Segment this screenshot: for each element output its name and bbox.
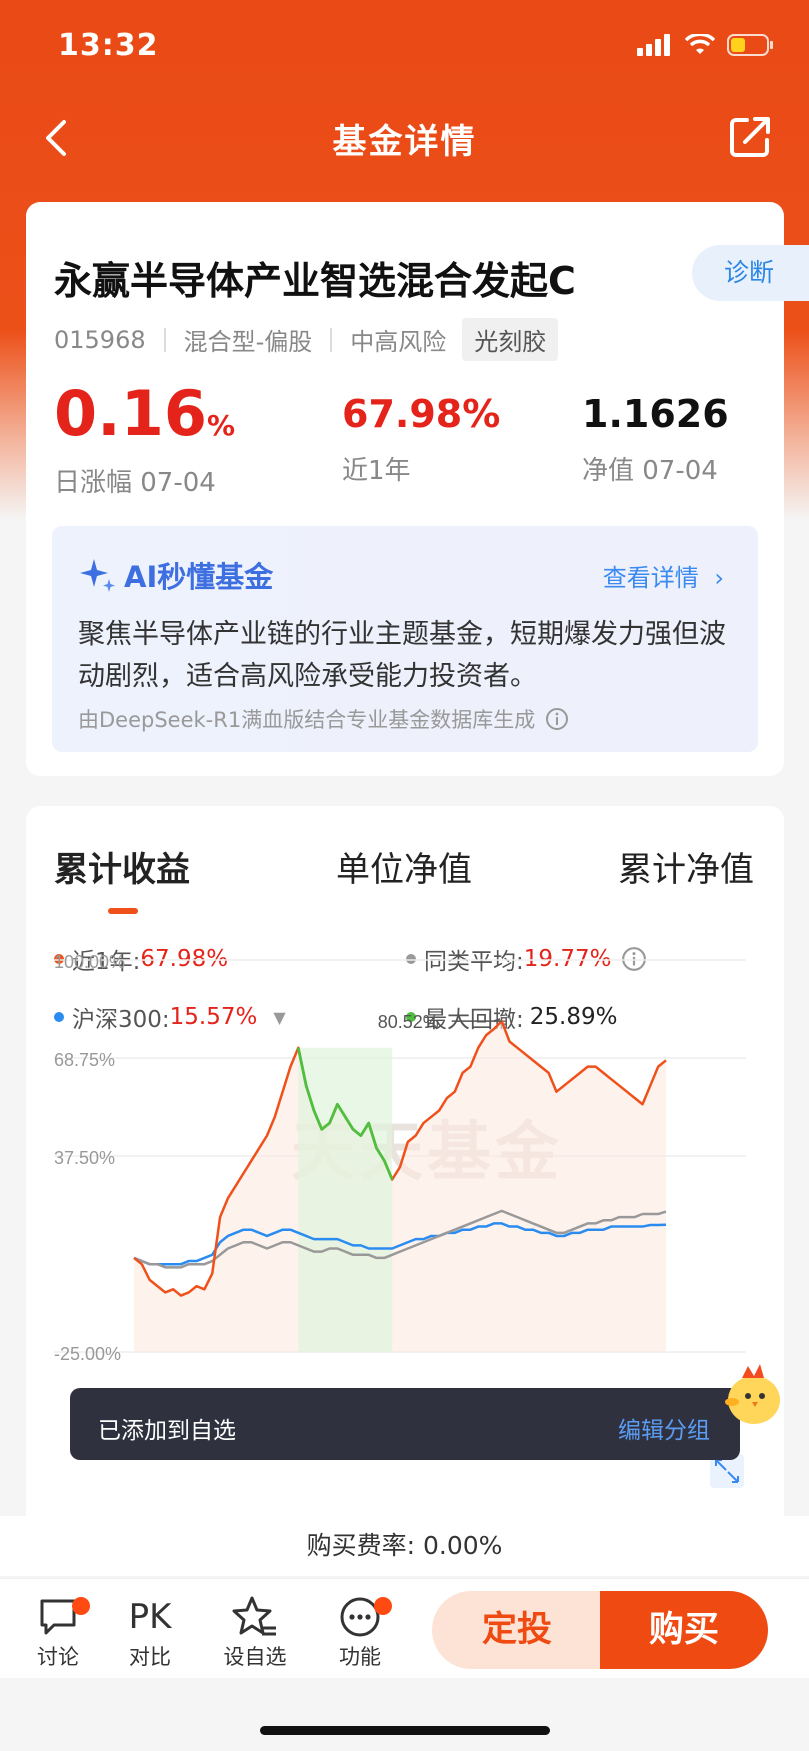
- status-bar: 13:32: [0, 0, 809, 96]
- daily-change-value: 0.16%: [54, 377, 236, 450]
- info-icon[interactable]: [545, 707, 569, 731]
- star-icon: [232, 1596, 276, 1636]
- fund-area-fill: [134, 1021, 666, 1352]
- fund-name: 永赢半导体产业智选混合发起C: [54, 259, 576, 303]
- notification-badge: [374, 1597, 392, 1615]
- divider: [330, 327, 333, 352]
- one-year-value: 67.98%: [342, 392, 501, 436]
- toast-notification: 已添加到自选 编辑分组: [70, 1388, 740, 1460]
- ai-summary-title: AI秒懂基金: [78, 554, 273, 596]
- invest-plan-button[interactable]: 定投: [432, 1591, 602, 1669]
- notification-badge: [72, 1597, 90, 1615]
- share-icon[interactable]: [727, 114, 773, 160]
- one-year-stat: 67.98% 近1年: [342, 382, 500, 487]
- sparkle-icon: [80, 559, 115, 592]
- daily-change-label: 日涨幅 07-04: [54, 468, 216, 498]
- add-favorite-button[interactable]: 设自选: [215, 1593, 295, 1671]
- diagnose-button[interactable]: 诊断: [692, 245, 809, 301]
- purchase-fee: 购买费率: 0.00%: [0, 1516, 809, 1576]
- divider: [163, 327, 166, 352]
- y-tick-label: 68.75%: [54, 1050, 115, 1070]
- nav-bar: 基金详情: [0, 96, 809, 180]
- chevron-right-icon: ›: [714, 564, 724, 592]
- functions-button[interactable]: 功能: [320, 1593, 400, 1671]
- home-indicator: [260, 1726, 550, 1735]
- ai-summary-footnote: 由DeepSeek-R1满血版结合专业基金数据库生成: [78, 704, 569, 734]
- fund-type: 混合型-偏股: [183, 328, 313, 356]
- fund-code: 015968: [54, 325, 146, 354]
- drawdown-highlight: [298, 1047, 393, 1352]
- signal-icon: [637, 34, 670, 56]
- fund-detail-page: 13:32 基金详情 永赢半导体产业智选混合发起C 诊断 015968 混合型-…: [0, 0, 809, 1751]
- y-tick-label: -25.00%: [54, 1344, 121, 1364]
- one-year-label: 近1年: [342, 456, 411, 486]
- fund-risk: 中高风险: [350, 328, 447, 356]
- discuss-button[interactable]: 讨论: [18, 1593, 98, 1671]
- compare-button[interactable]: PK 对比: [110, 1593, 190, 1671]
- toast-message: 已添加到自选: [98, 1418, 236, 1444]
- max-annotation-label: 80.52%: [378, 1012, 439, 1032]
- buy-button[interactable]: 购买: [600, 1591, 768, 1669]
- status-icons: [637, 34, 773, 56]
- fund-theme-tag[interactable]: 光刻胶: [462, 318, 559, 361]
- nav-stat: 1.1626 净值 07-04: [582, 382, 729, 487]
- edit-group-link[interactable]: 编辑分组: [618, 1411, 710, 1445]
- page-title: 基金详情: [332, 122, 477, 162]
- y-tick-label: 37.50%: [54, 1148, 115, 1168]
- nav-label: 净值 07-04: [582, 456, 718, 486]
- pk-icon: PK: [128, 1597, 172, 1637]
- fund-summary-card: 永赢半导体产业智选混合发起C 诊断 015968 混合型-偏股 中高风险 光刻胶…: [26, 202, 809, 776]
- wifi-icon: [685, 34, 715, 54]
- ai-summary-panel[interactable]: AI秒懂基金 查看详情 › 聚焦半导体产业链的行业主题基金，短期爆发力强但波动剧…: [52, 526, 758, 752]
- ai-summary-text: 聚焦半导体产业链的行业主题基金，短期爆发力强但波动剧烈，适合高风险承受能力投资者…: [78, 619, 726, 692]
- view-details-link[interactable]: 查看详情 ›: [603, 558, 724, 593]
- fund-meta: 015968 混合型-偏股 中高风险 光刻胶: [54, 318, 559, 361]
- battery-icon: [727, 34, 773, 56]
- bottom-action-bar: 讨论 PK 对比 设自选 功能 定投 购买: [0, 1578, 809, 1678]
- mascot-chick-icon[interactable]: [718, 1356, 784, 1428]
- status-time: 13:32: [58, 28, 159, 63]
- y-tick-label: 100.00%: [54, 952, 125, 972]
- daily-change-stat: 0.16% 日涨幅 07-04: [54, 382, 235, 499]
- nav-value: 1.1626: [582, 392, 729, 436]
